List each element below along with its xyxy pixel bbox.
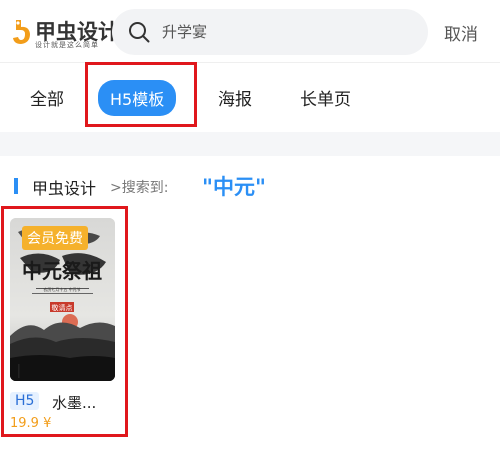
breadcrumb-marker (14, 178, 18, 194)
tab-highlight-frame (85, 62, 197, 127)
h5-tag: H5 (10, 392, 40, 410)
search-icon (129, 22, 150, 43)
card-price: 19.9 ¥ (10, 416, 52, 431)
site-logo[interactable]: 甲虫设计 设计就是这么简单 (12, 12, 119, 50)
tab-poster[interactable]: 海报 (218, 85, 252, 110)
category-tabs: 全部 H5模板 海报 长单页 (0, 63, 500, 129)
card-title[interactable]: 水墨... (52, 392, 96, 413)
breadcrumb-search-label: >搜索到: (110, 180, 169, 196)
poster-line: 农历七月十五 中元节 (43, 286, 80, 292)
poster-title: 中元祭祖 (22, 259, 102, 283)
search-keyword: "中元" (202, 175, 266, 199)
top-bar: 甲虫设计 设计就是这么简单 取消 (0, 0, 500, 62)
breadcrumb-site[interactable]: 甲虫设计 (32, 175, 96, 199)
tab-all[interactable]: 全部 (30, 85, 64, 110)
search-input[interactable] (162, 19, 412, 45)
member-free-badge: 会员免费 (22, 226, 88, 250)
poster-subtitle: 敬请点 (52, 303, 73, 312)
beetle-logo-icon (13, 20, 30, 44)
template-card[interactable]: 中元祭祖农历七月十五 中元节 敬请点 H5 水墨... 19.9 ¥ (10, 218, 115, 433)
section-separator (0, 132, 500, 156)
search-box[interactable] (112, 9, 428, 55)
cancel-button[interactable]: 取消 (444, 20, 478, 45)
tab-long-page[interactable]: 长单页 (300, 85, 351, 110)
logo-slogan: 设计就是这么简单 (35, 41, 99, 49)
